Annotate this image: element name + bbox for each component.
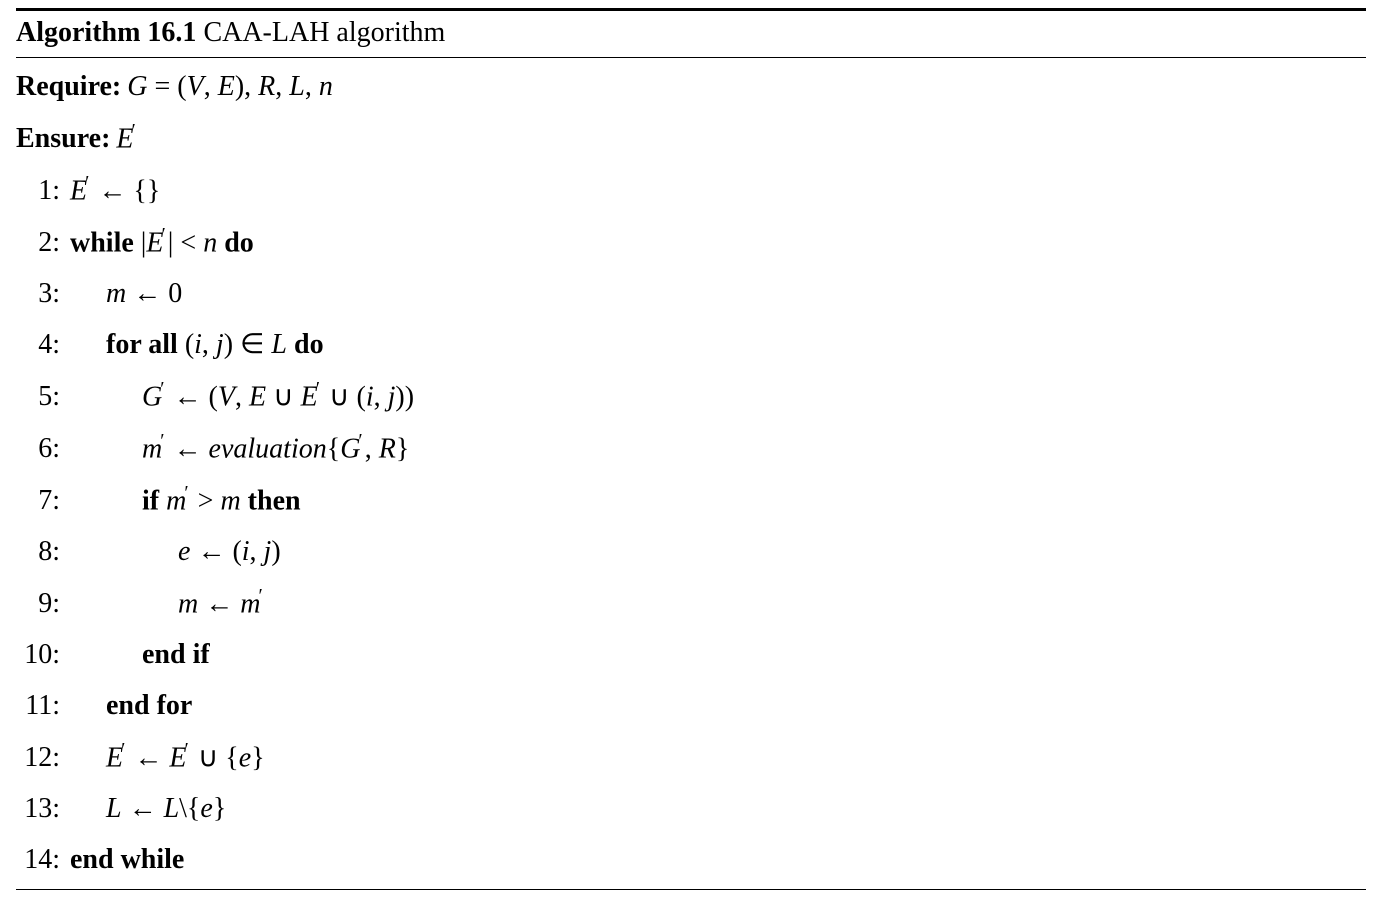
line-content: end while (70, 838, 184, 883)
line-number: 10: (16, 633, 70, 678)
line-content: end for (70, 684, 192, 729)
line-content: E′ ← E′ ∪ {e} (70, 735, 265, 781)
line-content: for all (i, j) ∈ L do (70, 323, 324, 368)
line-content: m ← 0 (70, 272, 182, 317)
line-number: 8: (16, 530, 70, 575)
algorithm-line: 7:if m′ > m then (16, 475, 1366, 527)
algorithm-title: Algorithm 16.1 CAA-LAH algorithm (16, 15, 1366, 53)
line-content: m ← m′ (70, 581, 265, 627)
algorithm-name: CAA-LAH algorithm (203, 17, 445, 48)
line-number: 7: (16, 479, 70, 524)
line-content: L ← L\{e} (70, 787, 226, 832)
line-content: m′ ← evaluation{G′, R} (70, 426, 409, 472)
algorithm-line: 1:E′ ← {} (16, 165, 1366, 217)
require-line: Require: G = (V, E), R, L, n (16, 62, 1366, 113)
line-number: 14: (16, 838, 70, 883)
line-number: 13: (16, 787, 70, 832)
top-rule (16, 8, 1366, 11)
line-content: while |E′| < n do (70, 220, 254, 266)
algorithm-block: Algorithm 16.1 CAA-LAH algorithm Require… (16, 8, 1366, 890)
line-content: G′ ← (V, E ∪ E′ ∪ (i, j)) (70, 374, 414, 420)
line-number: 9: (16, 582, 70, 627)
algorithm-line: 11:end for (16, 681, 1366, 732)
line-number: 6: (16, 427, 70, 472)
line-number: 4: (16, 323, 70, 368)
algorithm-label: Algorithm 16.1 (16, 17, 196, 48)
algorithm-line: 9:m ← m′ (16, 578, 1366, 630)
algorithm-line: 6:m′ ← evaluation{G′, R} (16, 423, 1366, 475)
ensure-line: Ensure: E′ (16, 113, 1366, 165)
algorithm-line: 10:end if (16, 630, 1366, 681)
line-number: 1: (16, 169, 70, 214)
line-number: 5: (16, 375, 70, 420)
mid-rule (16, 57, 1366, 58)
line-number: 12: (16, 736, 70, 781)
line-content: E′ ← {} (70, 168, 160, 214)
line-content: if m′ > m then (70, 478, 301, 524)
algorithm-line: 12:E′ ← E′ ∪ {e} (16, 732, 1366, 784)
require-label: Require: (16, 65, 127, 110)
algorithm-line: 4:for all (i, j) ∈ L do (16, 320, 1366, 371)
line-number: 2: (16, 221, 70, 266)
line-content: e ← (i, j) (70, 530, 281, 575)
require-value: G = (V, E), R, L, n (127, 65, 333, 110)
algorithm-body: 1:E′ ← {}2:while |E′| < n do3:m ← 04:for… (16, 165, 1366, 885)
algorithm-line: 3:m ← 0 (16, 269, 1366, 320)
line-number: 3: (16, 272, 70, 317)
line-content: end if (70, 633, 210, 678)
ensure-value: E′ (116, 116, 137, 162)
ensure-label: Ensure: (16, 117, 116, 162)
algorithm-line: 13:L ← L\{e} (16, 784, 1366, 835)
bottom-rule (16, 889, 1366, 890)
algorithm-line: 14:end while (16, 835, 1366, 886)
algorithm-line: 8:e ← (i, j) (16, 527, 1366, 578)
algorithm-line: 2:while |E′| < n do (16, 217, 1366, 269)
algorithm-line: 5:G′ ← (V, E ∪ E′ ∪ (i, j)) (16, 371, 1366, 423)
line-number: 11: (16, 684, 70, 729)
